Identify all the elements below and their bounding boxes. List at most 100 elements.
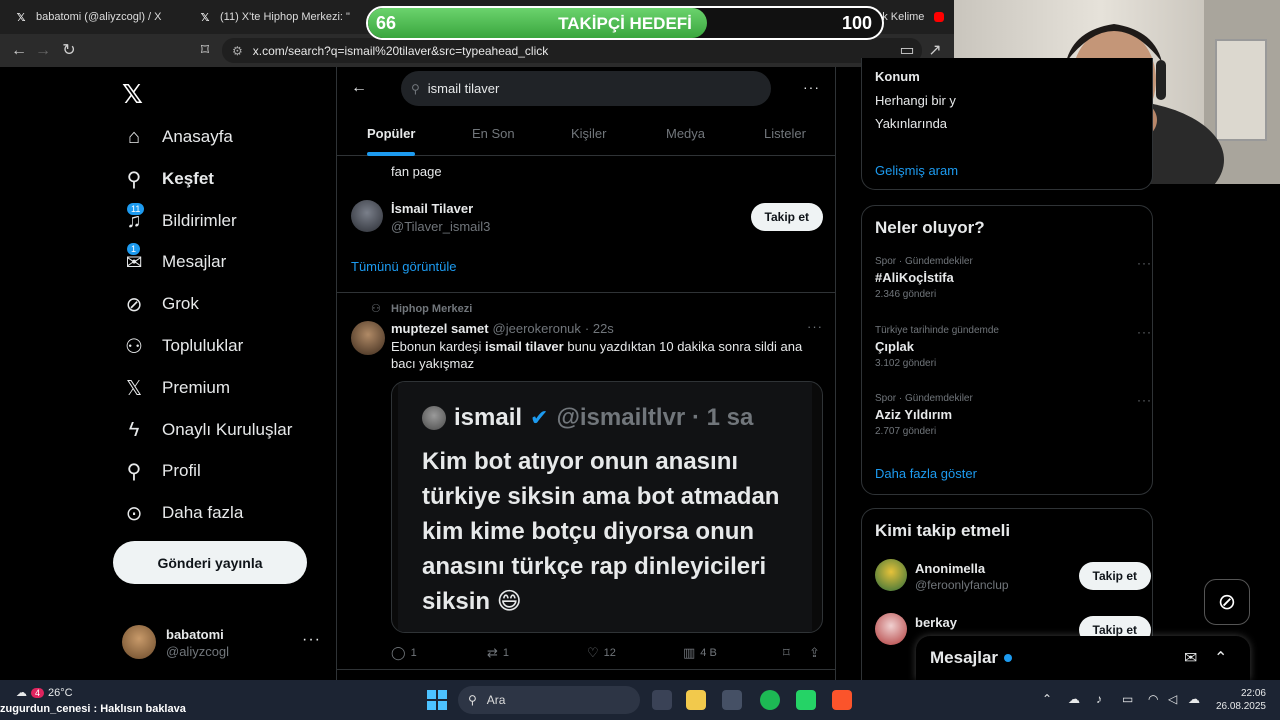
post-button[interactable]: Gönderi yayınla: [113, 541, 307, 584]
nav-item-verified-orgs[interactable]: ϟ Onaylı Kuruluşlar: [122, 413, 293, 447]
forward-arrow-icon[interactable]: →: [34, 42, 52, 60]
views-button[interactable]: ▥ 4 B: [683, 645, 717, 661]
nav-item-grok[interactable]: ⊘ Grok: [122, 287, 199, 321]
reload-icon[interactable]: ↻: [60, 42, 78, 60]
system-clock[interactable]: 22:06 26.08.2025: [1214, 687, 1266, 713]
tweet-media-image[interactable]: ismail ✔ @ismailtlvr · 1 sa Kim bot atıy…: [391, 381, 823, 633]
task-view-icon[interactable]: [652, 690, 672, 710]
microphone-icon[interactable]: ♪: [1096, 692, 1102, 706]
nav-item-notifications[interactable]: ♫ 11 Bildirimler: [122, 201, 237, 238]
location-option-near[interactable]: Yakınlarında: [875, 116, 947, 131]
more-dots-icon[interactable]: ···: [1137, 325, 1152, 339]
tweet-author-name[interactable]: muptezel samet: [391, 321, 489, 336]
site-info-icon[interactable]: ⚙: [232, 44, 243, 58]
grok-floating-button[interactable]: ⊘: [1204, 579, 1250, 625]
messages-drawer-title: Mesajlar: [930, 648, 999, 667]
windows-taskbar: ☁ 4 26°C zugurdun_cenesi : Haklısın bakl…: [0, 680, 1280, 720]
nav-item-communities[interactable]: ⚇ Topluluklar: [122, 329, 243, 363]
suggested-user[interactable]: Anonimella @feroonlyfanclup Takip et: [875, 559, 1151, 595]
location-filter-card: Konum Herhangi bir y Yakınlarında Gelişm…: [861, 58, 1153, 190]
whatsapp-icon[interactable]: [796, 690, 816, 710]
chevron-up-icon[interactable]: ⌃: [1042, 692, 1052, 706]
more-dots-icon[interactable]: ···: [807, 319, 823, 334]
battery-icon[interactable]: ▭: [1122, 692, 1133, 706]
nav-item-more[interactable]: ⊙ Daha fazla: [122, 496, 244, 530]
account-name: babatomi: [166, 627, 224, 642]
show-more-link[interactable]: Daha fazla göster: [875, 466, 977, 481]
main-column: ← ⚲ ismail tilaver ··· Popüler En Son Ki…: [336, 67, 836, 680]
expand-up-icon[interactable]: ⌃: [1214, 648, 1227, 668]
back-arrow-icon[interactable]: ←: [10, 42, 28, 60]
notification-icon[interactable]: ☁: [1188, 692, 1200, 706]
trend-item[interactable]: Türkiye tarihinde gündemde Çıplak 3.102 …: [875, 325, 1151, 369]
wifi-icon[interactable]: ◠: [1148, 692, 1158, 706]
browser-tab[interactable]: 𝕏 (11) X'te Hiphop Merkezi: ": [188, 4, 363, 30]
tab-lists[interactable]: Listeler: [764, 126, 806, 141]
repost-button[interactable]: ⇄ 1: [487, 645, 509, 661]
search-icon: ⚲: [411, 81, 420, 96]
more-dots-icon[interactable]: ···: [1137, 256, 1152, 270]
weather-widget[interactable]: ☁ 4 26°C: [16, 686, 73, 700]
trend-meta: Türkiye tarihinde gündemde: [875, 325, 999, 336]
more-dots-icon[interactable]: ···: [803, 79, 820, 95]
url-field[interactable]: ⚙ x.com/search?q=ismail%20tilaver&src=ty…: [222, 38, 922, 63]
tab-latest[interactable]: En Son: [472, 126, 515, 141]
nav-label: Onaylı Kuruluşlar: [162, 420, 293, 439]
volume-icon[interactable]: ◁: [1168, 692, 1177, 706]
taskbar-search[interactable]: ⚲ Ara: [458, 686, 640, 714]
brave-browser-icon[interactable]: [832, 690, 852, 710]
tweet-author-handle[interactable]: @jeerokeronuk: [493, 321, 581, 336]
spotify-icon[interactable]: [760, 690, 780, 710]
app-icon[interactable]: [722, 690, 742, 710]
nav-item-messages[interactable]: ✉ 1 Mesajlar: [122, 241, 226, 279]
bookmark-icon[interactable]: ⌑: [196, 42, 214, 60]
avatar: [875, 559, 907, 591]
more-dots-icon[interactable]: ···: [1137, 393, 1152, 407]
nav-label: Profil: [162, 461, 201, 480]
avatar: [122, 625, 156, 659]
trend-item[interactable]: Spor · Gündemdekiler #AliKoçİstifa 2.346…: [875, 256, 1151, 300]
nav-item-explore[interactable]: ⚲ Keşfet: [122, 162, 214, 196]
location-option-anywhere[interactable]: Herhangi bir y: [875, 93, 956, 108]
tweet-text-highlight: ismail tilaver: [484, 339, 564, 354]
follow-button[interactable]: Takip et: [1078, 562, 1151, 590]
bookmark-button[interactable]: ⌑: [783, 645, 790, 661]
view-count: 4 B: [700, 647, 717, 659]
messages-drawer[interactable]: Mesajlar ✉ ⌃: [916, 636, 1250, 680]
follow-button[interactable]: Takip et: [750, 203, 823, 231]
trend-count: 2.346 gönderi: [875, 289, 937, 300]
nav-item-profile[interactable]: ⚲ Profil: [122, 454, 201, 488]
search-input[interactable]: ⚲ ismail tilaver: [401, 71, 771, 106]
nav-item-home[interactable]: ⌂ Anasayfa: [122, 120, 233, 154]
tweet-community[interactable]: Hiphop Merkezi: [391, 303, 472, 315]
like-button[interactable]: ♡ 12: [587, 645, 616, 661]
nav-label: Bildirimler: [162, 211, 237, 230]
more-dots-icon[interactable]: ···: [302, 631, 321, 649]
onedrive-icon[interactable]: ☁: [1068, 692, 1080, 706]
nav-item-premium[interactable]: 𝕏 Premium: [122, 371, 230, 405]
share-button[interactable]: ⇪: [809, 645, 820, 661]
back-arrow-icon[interactable]: ←: [351, 79, 367, 97]
trends-card: Neler oluyor? Spor · Gündemdekiler #AliK…: [861, 205, 1153, 495]
tab-media[interactable]: Medya: [666, 126, 705, 141]
communities-icon: ⚇: [125, 335, 143, 358]
reply-button[interactable]: ◯ 1: [391, 645, 417, 661]
trend-item[interactable]: Spor · Gündemdekiler Aziz Yıldırım 2.707…: [875, 393, 1151, 437]
tweet-time[interactable]: · 22s: [585, 321, 614, 336]
x-logo-icon[interactable]: 𝕏: [122, 79, 143, 110]
tab-popular[interactable]: Popüler: [367, 126, 415, 141]
nav-label: Daha fazla: [162, 503, 244, 522]
new-message-icon[interactable]: ✉: [1184, 648, 1197, 668]
windows-start-icon[interactable]: [427, 690, 447, 710]
browser-tab[interactable]: [924, 4, 954, 30]
advanced-search-link[interactable]: Gelişmiş aram: [875, 163, 958, 178]
tab-people[interactable]: Kişiler: [571, 126, 606, 141]
user-result[interactable]: İsmail Tilaver @Tilaver_ismail3 Takip et: [351, 200, 823, 236]
tweet[interactable]: ⚇ Hiphop Merkezi muptezel samet @jeeroke…: [337, 293, 835, 669]
account-switcher[interactable]: babatomi @aliyzcogl ···: [122, 625, 322, 665]
avatar[interactable]: [351, 321, 385, 355]
show-all-link[interactable]: Tümünü görüntüle: [351, 259, 457, 274]
browser-tab[interactable]: 𝕏 babatomi (@aliyzcogl) / X: [4, 4, 184, 30]
weather-badge: 4: [31, 687, 45, 698]
file-explorer-icon[interactable]: [686, 690, 706, 710]
